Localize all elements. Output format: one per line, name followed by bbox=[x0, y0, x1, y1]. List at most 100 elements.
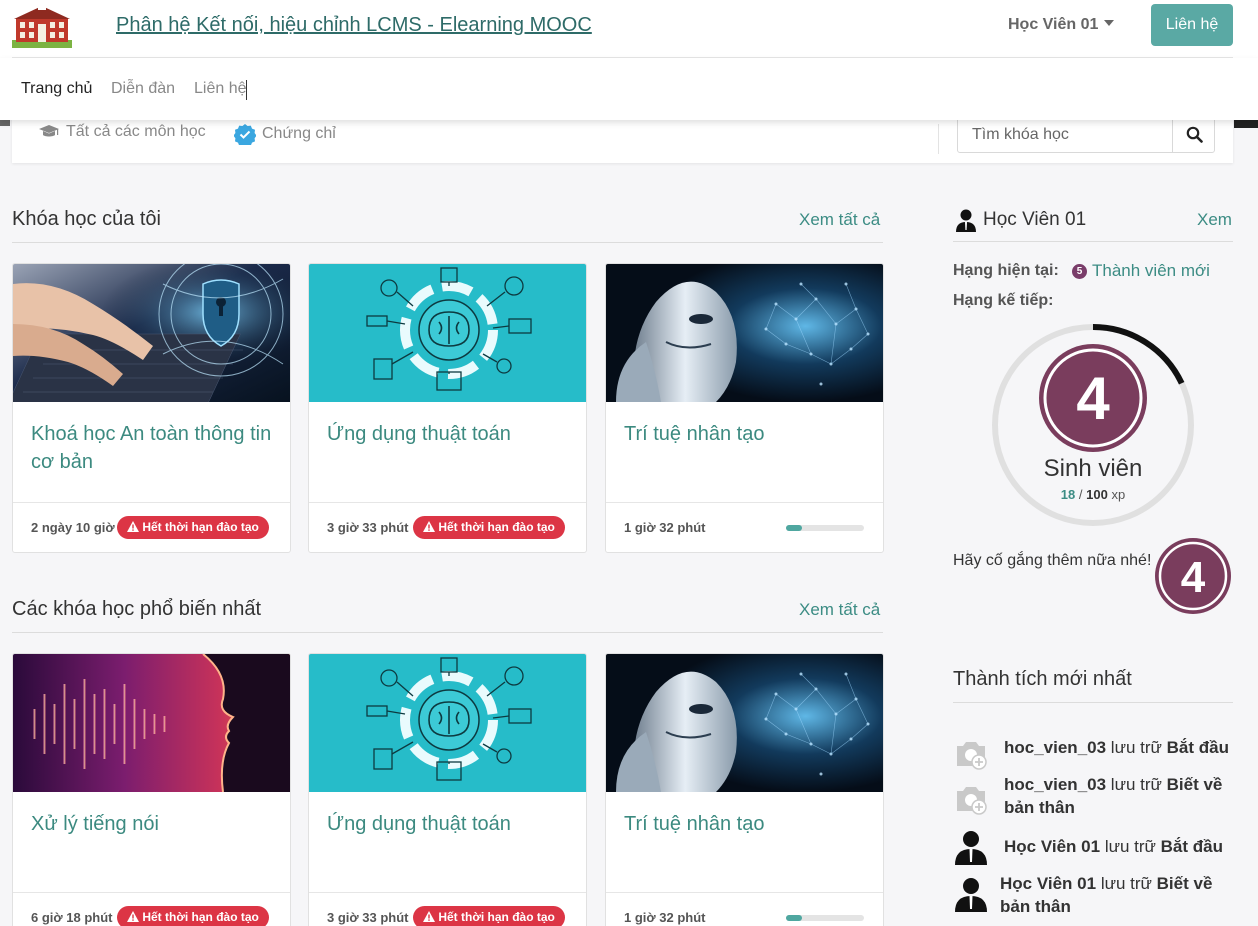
divider bbox=[606, 892, 883, 893]
camera-plus-icon bbox=[957, 787, 987, 815]
next-level-number: 4 bbox=[1181, 553, 1206, 602]
achievement-target: Bắt đầu bbox=[1160, 837, 1223, 856]
current-rank-label: Hạng hiện tại: bbox=[953, 262, 1059, 279]
course-progress-bar bbox=[786, 915, 864, 921]
expired-badge: Hết thời hạn đào tạo bbox=[413, 906, 565, 926]
divider bbox=[938, 124, 939, 154]
contact-button[interactable]: Liên hệ bbox=[1151, 4, 1233, 46]
all-courses-label: Tất cả các môn học bbox=[66, 123, 206, 140]
cyber-security-image bbox=[13, 264, 290, 402]
course-duration: 3 giờ 33 phút bbox=[327, 520, 409, 535]
course-progress-bar bbox=[786, 525, 864, 531]
expired-badge-label: Hết thời hạn đào tạo bbox=[142, 520, 259, 534]
course-card[interactable]: Ứng dụng thuật toán 3 giờ 33 phút Hết th… bbox=[308, 263, 587, 553]
sidebar-user-name: Học Viên 01 bbox=[983, 209, 1087, 230]
achievement-target: Bắt đầu bbox=[1166, 738, 1229, 757]
rank-badge-icon: 5 bbox=[1072, 263, 1087, 279]
achievement-user[interactable]: hoc_vien_03 bbox=[1004, 775, 1106, 794]
nav-item-contact[interactable]: Liên hệ bbox=[194, 80, 247, 98]
warning-icon bbox=[423, 911, 435, 922]
xp-current: 18 bbox=[1060, 487, 1076, 502]
robot-ai-image bbox=[606, 654, 883, 792]
school-logo[interactable] bbox=[12, 4, 72, 48]
my-courses-title: Khóa học của tôi bbox=[12, 208, 161, 230]
nav-item-home[interactable]: Trang chủ bbox=[21, 80, 92, 98]
camera-plus-icon bbox=[957, 742, 987, 770]
warning-icon bbox=[423, 521, 435, 532]
level-xp: 18 / 100 xp bbox=[990, 487, 1196, 502]
achievement-text: Học Viên 01 lưu trữ Biết về bản thân bbox=[1000, 872, 1225, 918]
next-rank-label: Hạng kế tiếp: bbox=[953, 292, 1054, 309]
course-duration: 3 giờ 33 phút bbox=[327, 910, 409, 925]
popular-courses-title: Các khóa học phổ biến nhất bbox=[12, 598, 262, 620]
level-number: 4 bbox=[1076, 365, 1110, 432]
expired-badge: Hết thời hạn đào tạo bbox=[117, 906, 269, 926]
my-courses-see-all[interactable]: Xem tất cả bbox=[799, 210, 880, 230]
site-title-link[interactable]: Phân hệ Kết nối, hiệu chỉnh LCMS - Elear… bbox=[116, 14, 592, 37]
course-title: Ứng dụng thuật toán bbox=[327, 423, 511, 445]
expired-badge: Hết thời hạn đào tạo bbox=[117, 516, 269, 539]
achievement-action: lưu trữ bbox=[1104, 837, 1156, 856]
course-card[interactable]: Xử lý tiếng nói 6 giờ 18 phút Hết thời h… bbox=[12, 653, 291, 926]
expired-badge-label: Hết thời hạn đào tạo bbox=[438, 910, 555, 924]
course-card[interactable]: Khoá học An toàn thông tin cơ bản 2 ngày… bbox=[12, 263, 291, 553]
brain-algorithm-image bbox=[309, 654, 586, 792]
achievement-user[interactable]: hoc_vien_03 bbox=[1004, 738, 1106, 757]
achievement-text: hoc_vien_03 lưu trữ Bắt đầu bbox=[1004, 736, 1229, 759]
edge-decoration bbox=[0, 120, 10, 126]
current-rank-value: 5 Thành viên mới bbox=[1072, 261, 1210, 281]
progress-fill bbox=[786, 915, 802, 921]
xp-unit: xp bbox=[1111, 487, 1126, 502]
course-title: Xử lý tiếng nói bbox=[31, 813, 159, 835]
course-card[interactable]: Trí tuệ nhân tạo 1 giờ 32 phút bbox=[605, 263, 884, 553]
next-level-badge: 4 bbox=[1155, 538, 1231, 614]
expired-badge: Hết thời hạn đào tạo bbox=[413, 516, 565, 539]
course-duration: 1 giờ 32 phút bbox=[624, 520, 706, 535]
brain-algorithm-image bbox=[309, 264, 586, 402]
course-card[interactable]: Trí tuệ nhân tạo 1 giờ 32 phút bbox=[605, 653, 884, 926]
course-title: Trí tuệ nhân tạo bbox=[624, 423, 765, 445]
popular-courses-see-all[interactable]: Xem tất cả bbox=[799, 600, 880, 620]
top-header: Phân hệ Kết nối, hiệu chỉnh LCMS - Elear… bbox=[0, 0, 1258, 58]
warning-icon bbox=[127, 521, 139, 532]
user-avatar-icon bbox=[955, 878, 987, 912]
nav-item-forum[interactable]: Diễn đàn bbox=[111, 80, 175, 98]
current-rank-name: Thành viên mới bbox=[1092, 261, 1210, 280]
achievement-action: lưu trữ bbox=[1110, 775, 1162, 794]
user-dropdown[interactable]: Học Viên 01 bbox=[1008, 16, 1115, 34]
divider bbox=[13, 502, 290, 503]
xp-max: 100 bbox=[1086, 487, 1108, 502]
divider bbox=[309, 502, 586, 503]
search-button[interactable] bbox=[1173, 117, 1215, 152]
all-courses-link[interactable]: Tất cả các môn học bbox=[38, 123, 206, 141]
achievements-title: Thành tích mới nhất bbox=[953, 668, 1132, 690]
user-name: Học Viên 01 bbox=[1008, 16, 1099, 33]
course-title: Khoá học An toàn thông tin cơ bản bbox=[31, 423, 272, 473]
text-cursor bbox=[246, 80, 247, 100]
divider bbox=[606, 502, 883, 503]
xp-separator: / bbox=[1078, 487, 1083, 502]
course-duration: 6 giờ 18 phút bbox=[31, 910, 113, 925]
sidebar-see-link[interactable]: Xem bbox=[1197, 210, 1232, 230]
caret-down-icon bbox=[1104, 20, 1115, 26]
achievement-user[interactable]: Học Viên 01 bbox=[1004, 837, 1100, 856]
user-avatar-icon bbox=[955, 831, 987, 865]
graduation-cap-icon bbox=[39, 125, 59, 137]
certificates-link[interactable]: Chứng chỉ bbox=[234, 123, 336, 145]
certificates-label: Chứng chỉ bbox=[262, 125, 336, 142]
search-icon bbox=[1186, 126, 1203, 143]
search-input[interactable] bbox=[958, 117, 1173, 152]
divider bbox=[12, 242, 883, 243]
edge-decoration bbox=[1234, 120, 1258, 128]
verified-badge-icon bbox=[234, 124, 256, 145]
achievement-user[interactable]: Học Viên 01 bbox=[1000, 874, 1096, 893]
robot-ai-image bbox=[606, 264, 883, 402]
course-title: Trí tuệ nhân tạo bbox=[624, 813, 765, 835]
search-box bbox=[957, 116, 1215, 153]
divider bbox=[953, 702, 1233, 703]
main-nav: Trang chủ Diễn đàn Liên hệ bbox=[0, 58, 1258, 120]
speech-wave-image bbox=[13, 654, 290, 792]
divider bbox=[12, 632, 883, 633]
progress-fill bbox=[786, 525, 802, 531]
course-card[interactable]: Ứng dụng thuật toán 3 giờ 33 phút Hết th… bbox=[308, 653, 587, 926]
